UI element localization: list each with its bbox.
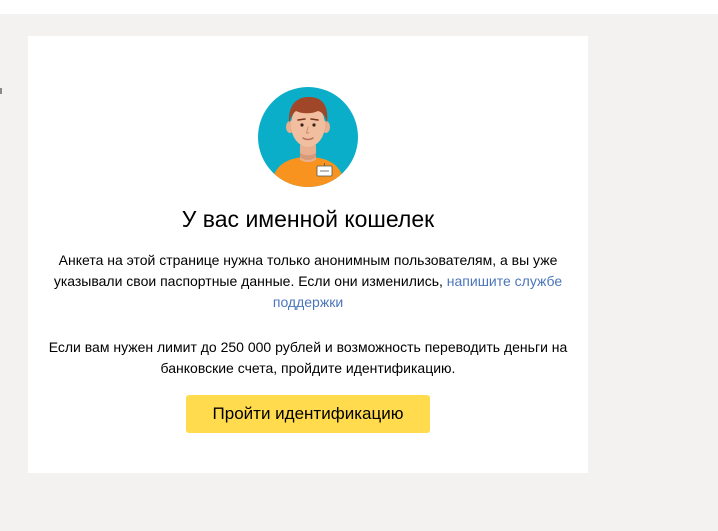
identification-button[interactable]: Пройти идентификацию [186, 395, 430, 433]
page-title: У вас именной кошелек [181, 206, 435, 232]
top-bar [0, 0, 718, 14]
user-avatar-icon [258, 87, 358, 187]
named-wallet-card: У вас именной кошелек Анкета на этой стр… [28, 36, 588, 473]
scroll-marker [0, 88, 2, 94]
limit-text: Если вам нужен лимит до 250 000 рублей и… [48, 339, 568, 376]
info-text: Анкета на этой странице нужна только ано… [48, 250, 568, 313]
